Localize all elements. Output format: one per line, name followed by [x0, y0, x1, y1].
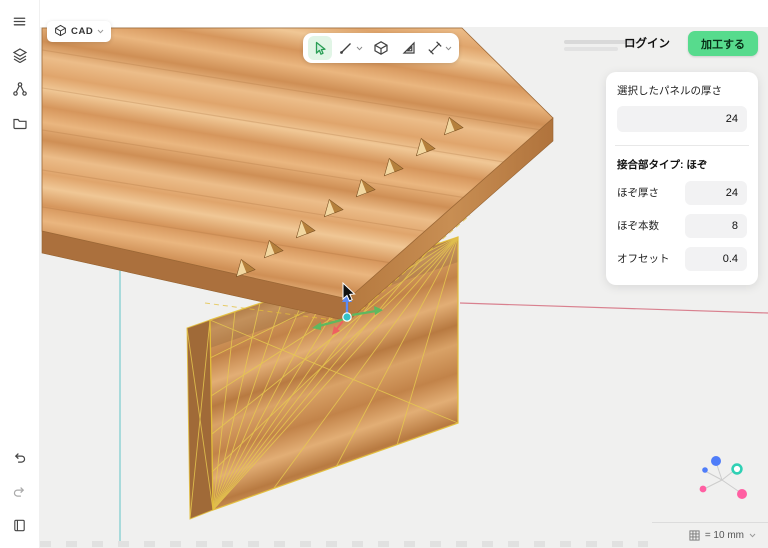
panel-thickness-input[interactable]	[617, 106, 747, 132]
tenon-count-row: ほぞ本数	[617, 214, 747, 238]
logo-label: CAD	[71, 26, 93, 37]
cube-icon	[54, 24, 67, 40]
footer-marks	[40, 541, 648, 547]
redo-button[interactable]	[6, 478, 34, 504]
login-button[interactable]: ログイン	[618, 34, 676, 52]
offset-input[interactable]	[685, 247, 747, 271]
viewport-3d[interactable]: CAD ログイン 加工する	[0, 0, 768, 548]
folder-icon	[12, 115, 28, 131]
tenon-thickness-label: ほぞ厚さ	[617, 185, 659, 200]
redo-icon	[12, 484, 27, 499]
chevron-down-icon	[445, 46, 452, 51]
select-tool-button[interactable]	[308, 36, 332, 60]
box-tool-icon	[373, 40, 389, 56]
divider	[615, 145, 749, 146]
menu-button[interactable]	[6, 8, 34, 34]
files-button[interactable]	[6, 110, 34, 136]
joint-type-header: 接合部タイプ: ほぞ	[617, 157, 747, 172]
properties-panel: 選択したパネルの厚さ 接合部タイプ: ほぞ ほぞ厚さ ほぞ本数 オフセット	[606, 72, 758, 285]
chevron-down-icon	[97, 29, 104, 34]
dimension-tool-button[interactable]	[425, 36, 454, 60]
set-square-tool-button[interactable]	[397, 36, 421, 60]
book-icon	[12, 518, 27, 533]
menu-icon	[12, 14, 27, 29]
sidebar-top-group	[6, 8, 34, 136]
dimension-tool-icon	[427, 40, 443, 56]
layers-button[interactable]	[6, 42, 34, 68]
line-tool-button[interactable]	[336, 36, 365, 60]
app-root: CAD ログイン 加工する	[0, 0, 768, 548]
offset-row: オフセット	[617, 247, 747, 271]
undo-icon	[12, 450, 27, 465]
sidebar	[0, 0, 40, 548]
set-square-tool-icon	[401, 40, 417, 56]
sidebar-bottom-group	[6, 444, 34, 538]
tenon-thickness-input[interactable]	[685, 181, 747, 205]
layers-icon	[12, 47, 28, 63]
scale-text: = 10 mm	[705, 530, 744, 541]
scale-indicator[interactable]: = 10 mm	[652, 522, 768, 548]
tenon-count-input[interactable]	[685, 214, 747, 238]
tool-toolbar	[303, 33, 459, 63]
top-strip	[0, 0, 768, 27]
offset-label: オフセット	[617, 251, 670, 266]
undo-button[interactable]	[6, 444, 34, 470]
grid-icon	[689, 530, 700, 541]
line-tool-icon	[338, 40, 354, 56]
panel-thickness-label: 選択したパネルの厚さ	[617, 84, 747, 99]
structure-icon	[12, 81, 28, 97]
guide-button[interactable]	[6, 512, 34, 538]
tenon-thickness-row: ほぞ厚さ	[617, 181, 747, 205]
tenon-count-label: ほぞ本数	[617, 218, 659, 233]
chevron-down-icon	[749, 533, 756, 538]
select-cursor-icon	[312, 40, 328, 56]
process-button[interactable]: 加工する	[688, 31, 758, 56]
app-logo[interactable]: CAD	[47, 21, 111, 42]
chevron-down-icon	[356, 46, 363, 51]
structure-button[interactable]	[6, 76, 34, 102]
box-tool-button[interactable]	[369, 36, 393, 60]
